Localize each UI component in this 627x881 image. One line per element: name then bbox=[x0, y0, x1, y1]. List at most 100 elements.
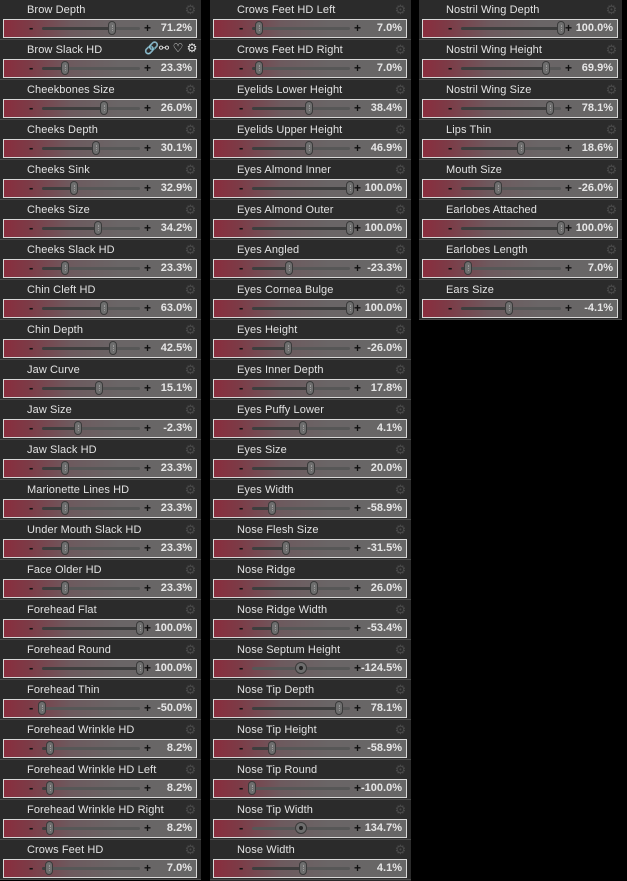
gear-icon[interactable]: ⚙ bbox=[394, 403, 407, 416]
increment-button[interactable]: + bbox=[144, 860, 151, 877]
decrement-button[interactable]: - bbox=[239, 860, 243, 877]
morph-slider-row[interactable]: Nose Width ⚙ - +4.1% bbox=[210, 840, 411, 880]
gear-icon[interactable]: ⚙ bbox=[394, 563, 407, 576]
slider-thumb[interactable] bbox=[108, 341, 117, 355]
slider-thumb[interactable] bbox=[60, 261, 69, 275]
value-slider[interactable]: - +32.9% bbox=[3, 179, 197, 198]
increment-button[interactable]: + bbox=[354, 260, 361, 277]
value-field[interactable]: 69.9% bbox=[582, 60, 613, 77]
slider-thumb[interactable] bbox=[542, 61, 550, 75]
decrement-button[interactable]: - bbox=[29, 860, 33, 877]
value-slider[interactable]: - + -26.0% bbox=[213, 339, 407, 358]
gear-icon[interactable]: ⚙ bbox=[394, 323, 407, 336]
gear-icon[interactable]: ⚙ bbox=[184, 443, 197, 456]
increment-button[interactable]: + bbox=[565, 60, 572, 77]
morph-slider-row[interactable]: Nose Ridge Width ⚙ - + -53.4% bbox=[210, 600, 411, 640]
increment-button[interactable]: + bbox=[354, 820, 361, 837]
decrement-button[interactable]: - bbox=[239, 620, 243, 637]
decrement-button[interactable]: - bbox=[29, 420, 33, 437]
morph-slider-row[interactable]: Eyes Puffy Lower ⚙ - +4.1% bbox=[210, 400, 411, 440]
unlink-icon[interactable]: ⚯ bbox=[158, 42, 170, 55]
value-slider[interactable]: - +78.1% bbox=[213, 699, 407, 718]
morph-slider-row[interactable]: Chin Cleft HD ⚙ - +63.0% bbox=[0, 280, 201, 320]
slider-thumb[interactable] bbox=[46, 741, 55, 755]
gear-icon[interactable]: ⚙ bbox=[394, 843, 407, 856]
increment-button[interactable]: + bbox=[354, 60, 361, 77]
increment-button[interactable]: + bbox=[144, 500, 151, 517]
morph-slider-row[interactable]: Crows Feet HD Right ⚙ - +7.0% bbox=[210, 40, 411, 80]
slider-track[interactable] bbox=[252, 301, 354, 315]
gear-icon[interactable]: ⚙ bbox=[394, 683, 407, 696]
value-slider[interactable]: - +134.7% bbox=[213, 819, 407, 838]
slider-thumb[interactable] bbox=[346, 301, 354, 315]
gear-icon[interactable]: ⚙ bbox=[394, 83, 407, 96]
gear-icon[interactable]: ⚙ bbox=[184, 3, 197, 16]
increment-button[interactable]: + bbox=[565, 220, 572, 237]
decrement-button[interactable]: - bbox=[239, 420, 243, 437]
decrement-button[interactable]: - bbox=[448, 260, 452, 277]
slider-thumb[interactable] bbox=[517, 141, 525, 155]
value-field[interactable]: -23.3% bbox=[367, 260, 402, 277]
gear-icon[interactable]: ⚙ bbox=[605, 283, 618, 296]
value-field[interactable]: 23.3% bbox=[161, 260, 192, 277]
value-field[interactable]: -26.0% bbox=[578, 180, 613, 197]
morph-slider-row[interactable]: Nostril Wing Size ⚙ - +78.1% bbox=[419, 80, 622, 120]
increment-button[interactable]: + bbox=[565, 20, 572, 37]
gear-icon[interactable]: ⚙ bbox=[394, 203, 407, 216]
decrement-button[interactable]: - bbox=[239, 220, 243, 237]
decrement-button[interactable]: - bbox=[29, 180, 33, 197]
morph-slider-row[interactable]: Face Older HD ⚙ - +23.3% bbox=[0, 560, 201, 600]
decrement-button[interactable]: - bbox=[29, 780, 33, 797]
gear-icon[interactable]: ⚙ bbox=[394, 523, 407, 536]
gear-icon[interactable]: ⚙ bbox=[186, 42, 198, 55]
gear-icon[interactable]: ⚙ bbox=[605, 123, 618, 136]
increment-button[interactable]: + bbox=[354, 580, 361, 597]
slider-thumb[interactable] bbox=[298, 421, 307, 435]
slider-thumb[interactable] bbox=[304, 141, 313, 155]
slider-thumb[interactable] bbox=[60, 541, 69, 555]
slider-track[interactable] bbox=[42, 181, 140, 195]
increment-button[interactable]: + bbox=[354, 860, 361, 877]
slider-thumb[interactable] bbox=[298, 861, 307, 875]
morph-slider-row[interactable]: Cheeks Slack HD ⚙ - +23.3% bbox=[0, 240, 201, 280]
morph-slider-row[interactable]: Eyelids Lower Height ⚙ - +38.4% bbox=[210, 80, 411, 120]
value-field[interactable]: -31.5% bbox=[367, 540, 402, 557]
morph-slider-row[interactable]: Cheekbones Size ⚙ - +26.0% bbox=[0, 80, 201, 120]
slider-thumb[interactable] bbox=[306, 461, 315, 475]
decrement-button[interactable]: - bbox=[29, 60, 33, 77]
decrement-button[interactable]: - bbox=[29, 100, 33, 117]
increment-button[interactable]: + bbox=[354, 220, 361, 237]
morph-slider-row[interactable]: Chin Depth ⚙ - +42.5% bbox=[0, 320, 201, 360]
slider-track[interactable] bbox=[42, 221, 140, 235]
morph-slider-row[interactable]: Forehead Flat ⚙ - +100.0% bbox=[0, 600, 201, 640]
slider-track[interactable] bbox=[42, 261, 140, 275]
slider-track[interactable] bbox=[42, 141, 140, 155]
decrement-button[interactable]: - bbox=[29, 700, 33, 717]
value-field[interactable]: -26.0% bbox=[367, 340, 402, 357]
value-field[interactable]: 100.0% bbox=[576, 220, 613, 237]
value-slider[interactable]: - + -53.4% bbox=[213, 619, 407, 638]
increment-button[interactable]: + bbox=[144, 780, 151, 797]
value-slider[interactable]: - +23.3% bbox=[3, 579, 197, 598]
increment-button[interactable]: + bbox=[354, 20, 361, 37]
value-slider[interactable]: - +4.1% bbox=[213, 859, 407, 878]
decrement-button[interactable]: - bbox=[239, 700, 243, 717]
morph-slider-row[interactable]: Forehead Wrinkle HD Left ⚙ - +8.2% bbox=[0, 760, 201, 800]
morph-slider-row[interactable]: Eyes Width ⚙ - + -58.9% bbox=[210, 480, 411, 520]
slider-track[interactable] bbox=[252, 581, 350, 595]
increment-button[interactable]: + bbox=[144, 700, 151, 717]
morph-slider-row[interactable]: Nose Tip Round ⚙ - + -100.0% bbox=[210, 760, 411, 800]
slider-track[interactable] bbox=[461, 181, 561, 195]
value-slider[interactable]: - +17.8% bbox=[213, 379, 407, 398]
value-slider[interactable]: - +100.0% bbox=[3, 659, 197, 678]
decrement-button[interactable]: - bbox=[239, 780, 243, 797]
value-field[interactable]: 100.0% bbox=[576, 20, 613, 37]
slider-track[interactable] bbox=[252, 261, 350, 275]
increment-button[interactable]: + bbox=[565, 180, 572, 197]
gear-icon[interactable]: ⚙ bbox=[605, 203, 618, 216]
increment-button[interactable]: + bbox=[144, 460, 151, 477]
value-field[interactable]: 42.5% bbox=[161, 340, 192, 357]
decrement-button[interactable]: - bbox=[29, 340, 33, 357]
value-slider[interactable]: - + -2.3% bbox=[3, 419, 197, 438]
morph-slider-row[interactable]: Lips Thin ⚙ - +18.6% bbox=[419, 120, 622, 160]
